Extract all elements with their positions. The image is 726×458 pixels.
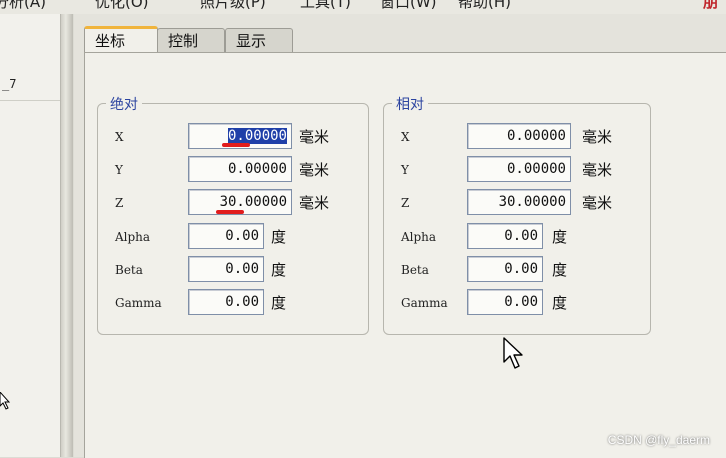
rel-y-label: Y: [401, 163, 409, 177]
abs-y-label: Y: [115, 163, 123, 177]
abs-x-value: 0.00000: [227, 128, 287, 144]
rel-y-input[interactable]: 0.00000: [467, 156, 571, 182]
rel-x-row: X 0.00000 毫米: [384, 123, 650, 151]
separator: [0, 100, 60, 101]
abs-alpha-input[interactable]: 0.00: [188, 223, 264, 249]
abs-y-unit: 毫米: [299, 161, 330, 179]
rel-gamma-input[interactable]: 0.00: [467, 289, 543, 315]
abs-beta-row: Beta 0.00 度: [98, 256, 368, 284]
abs-z-label: Z: [115, 196, 124, 210]
rel-gamma-row: Gamma 0.00 度: [384, 289, 650, 317]
rel-z-label: Z: [401, 196, 410, 210]
tab-control[interactable]: 控制: [157, 28, 225, 52]
abs-alpha-row: Alpha 0.00 度: [98, 223, 368, 251]
abs-x-label: X: [115, 130, 124, 144]
tab-content: 绝对 X 0.00000 毫米 Y 0.00000 毫米 Z 30.00000 …: [84, 52, 726, 458]
tree-item-label[interactable]: _7: [2, 77, 16, 91]
rel-x-label: X: [401, 130, 410, 144]
relative-group-title: 相对: [392, 94, 428, 114]
abs-beta-label: Beta: [115, 263, 143, 277]
menu-window[interactable]: 窗口(W): [380, 0, 437, 12]
rel-beta-label: Beta: [401, 263, 429, 277]
menu-tools[interactable]: 工具(T): [300, 0, 351, 12]
abs-x-unit: 毫米: [299, 128, 330, 146]
abs-alpha-label: Alpha: [115, 230, 151, 244]
rel-alpha-input[interactable]: 0.00: [467, 223, 543, 249]
abs-beta-unit: 度: [271, 261, 287, 279]
panel-splitter[interactable]: [61, 14, 73, 457]
rel-y-unit: 毫米: [582, 161, 613, 179]
rel-z-unit: 毫米: [582, 194, 613, 212]
abs-y-row: Y 0.00000 毫米: [98, 156, 368, 184]
menu-optimize[interactable]: 优化(O): [95, 0, 149, 12]
rel-alpha-unit: 度: [552, 228, 568, 246]
absolute-group-title: 绝对: [106, 94, 142, 114]
rel-beta-row: Beta 0.00 度: [384, 256, 650, 284]
rel-alpha-row: Alpha 0.00 度: [384, 223, 650, 251]
coordinate-dialog: 坐标 控制 显示 绝对 X 0.00000 毫米 Y 0.00000 毫米 Z …: [74, 14, 726, 458]
rel-alpha-label: Alpha: [401, 230, 437, 244]
annotation-underline: [216, 210, 244, 214]
rel-y-row: Y 0.00000 毫米: [384, 156, 650, 184]
mouse-cursor-icon: [0, 392, 10, 410]
abs-y-input[interactable]: 0.00000: [188, 156, 292, 182]
rel-beta-unit: 度: [552, 261, 568, 279]
menu-photo[interactable]: 照片级(P): [200, 0, 266, 12]
tab-coordinates[interactable]: 坐标: [84, 26, 158, 53]
rel-x-unit: 毫米: [582, 128, 613, 146]
left-panel: _7: [0, 14, 61, 457]
watermark: CSDN @fly_daerm: [607, 433, 710, 447]
rel-z-row: Z 30.00000 毫米: [384, 189, 650, 217]
menu-help[interactable]: 帮助(H): [458, 0, 511, 12]
abs-gamma-label: Gamma: [115, 296, 162, 310]
abs-gamma-row: Gamma 0.00 度: [98, 289, 368, 317]
rel-gamma-unit: 度: [552, 294, 568, 312]
abs-z-unit: 毫米: [299, 194, 330, 212]
abs-gamma-input[interactable]: 0.00: [188, 289, 264, 315]
tab-display[interactable]: 显示: [225, 28, 293, 52]
rel-gamma-label: Gamma: [401, 296, 448, 310]
rel-beta-input[interactable]: 0.00: [467, 256, 543, 282]
annotation-underline: [222, 143, 250, 147]
rel-z-input[interactable]: 30.00000: [467, 189, 571, 215]
relative-group: 相对 X 0.00000 毫米 Y 0.00000 毫米 Z 30.00000 …: [383, 94, 651, 335]
brand-glyph: 朋: [703, 0, 719, 11]
abs-alpha-unit: 度: [271, 228, 287, 246]
abs-beta-input[interactable]: 0.00: [188, 256, 264, 282]
mouse-pointer-icon: [503, 337, 523, 369]
abs-gamma-unit: 度: [271, 294, 287, 312]
absolute-group: 绝对 X 0.00000 毫米 Y 0.00000 毫米 Z 30.00000 …: [97, 94, 369, 335]
menu-analysis[interactable]: 分析(A): [0, 0, 46, 12]
menu-bar: 分析(A) 优化(O) 照片级(P) 工具(T) 窗口(W) 帮助(H) 朋: [0, 0, 726, 14]
rel-x-input[interactable]: 0.00000: [467, 123, 571, 149]
